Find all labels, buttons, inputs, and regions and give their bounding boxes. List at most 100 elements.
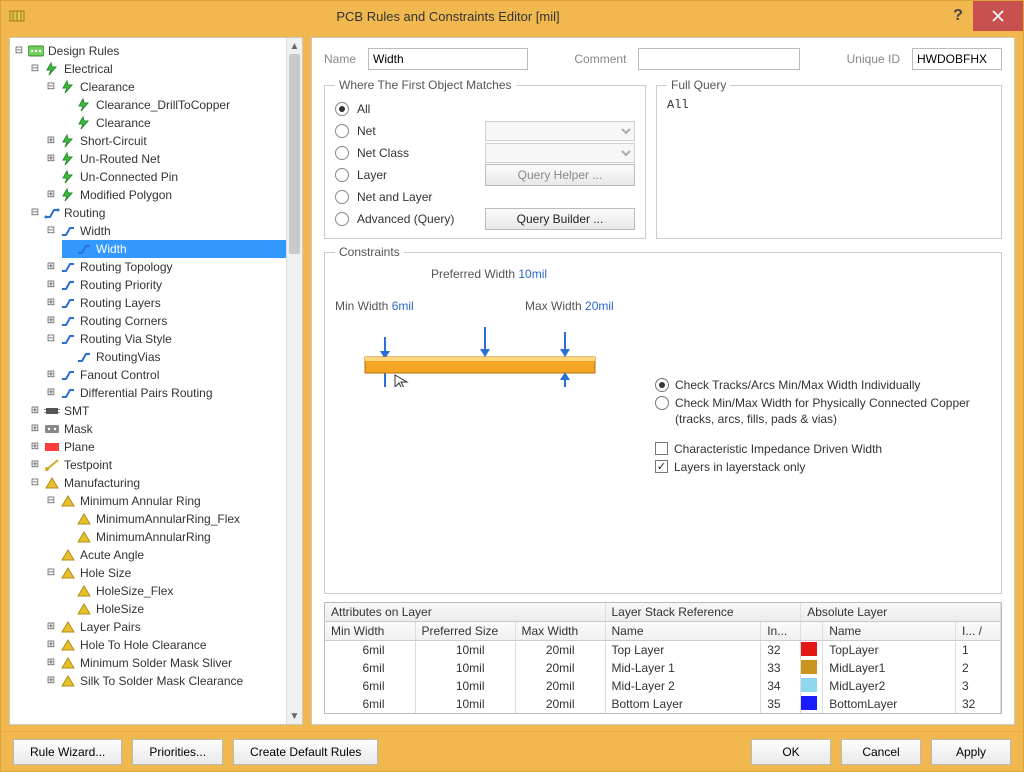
tree-toggle[interactable] — [46, 388, 56, 398]
layer-attributes-table[interactable]: Attributes on Layer Layer Stack Referenc… — [324, 602, 1002, 714]
net-select[interactable] — [485, 121, 635, 141]
unique-id-input[interactable] — [912, 48, 1002, 70]
tree-electrical[interactable]: Electrical — [62, 60, 115, 78]
cell-min[interactable]: 6mil — [325, 641, 415, 660]
mode-connected-radio[interactable] — [655, 396, 669, 410]
scroll-up-icon[interactable]: ▲ — [287, 38, 302, 54]
tree-clearance-group[interactable]: Clearance — [78, 78, 137, 96]
tree-toggle[interactable] — [46, 676, 56, 686]
table-row[interactable]: 6mil10mil20milBottom Layer35BottomLayer3… — [325, 695, 1001, 713]
tree-item-width-selected[interactable]: Width — [62, 240, 286, 258]
tree-toggle[interactable] — [46, 190, 56, 200]
tree-routing-topology[interactable]: Routing Topology — [78, 258, 175, 276]
tree-toggle[interactable] — [46, 262, 56, 272]
tree-toggle[interactable] — [30, 208, 40, 218]
scroll-thumb[interactable] — [289, 54, 300, 254]
create-default-rules-button[interactable]: Create Default Rules — [233, 739, 378, 765]
help-button[interactable]: ? — [943, 1, 973, 31]
layerstack-label[interactable]: Layers in layerstack only — [674, 459, 805, 475]
tree-silk-to-solder[interactable]: Silk To Solder Mask Clearance — [78, 672, 245, 690]
tree-toggle[interactable] — [46, 568, 56, 578]
col-pref[interactable]: Preferred Size — [415, 622, 515, 641]
cell-pref[interactable]: 10mil — [415, 641, 515, 660]
cell-max[interactable]: 20mil — [515, 695, 605, 713]
tree-toggle[interactable] — [46, 280, 56, 290]
tree-toggle[interactable] — [14, 46, 24, 56]
table-row[interactable]: 6mil10mil20milTop Layer32TopLayer1 — [325, 641, 1001, 660]
tree-toggle[interactable] — [46, 136, 56, 146]
tree-routing-priority[interactable]: Routing Priority — [78, 276, 164, 294]
tree-fanout[interactable]: Fanout Control — [78, 366, 161, 384]
tree-unconnected-pin[interactable]: Un-Connected Pin — [78, 168, 180, 186]
tree-hole-group[interactable]: Hole Size — [78, 564, 133, 582]
match-radio-net[interactable] — [335, 124, 349, 138]
tree-toggle[interactable] — [30, 478, 40, 488]
tree-acute[interactable]: Acute Angle — [78, 546, 146, 564]
cell-min[interactable]: 6mil — [325, 677, 415, 695]
cell-pref[interactable]: 10mil — [415, 677, 515, 695]
col-abs-index[interactable]: I... / — [956, 622, 1001, 641]
tree-smt[interactable]: SMT — [62, 402, 91, 420]
tree-toggle[interactable] — [30, 460, 40, 470]
name-input[interactable] — [368, 48, 528, 70]
tree-toggle[interactable] — [46, 658, 56, 668]
tree-toggle[interactable] — [46, 334, 56, 344]
tree-toggle[interactable] — [46, 226, 56, 236]
tree-toggle[interactable] — [46, 298, 56, 308]
col-stack-index[interactable]: In... — [761, 622, 801, 641]
query-builder-button[interactable]: Query Builder ... — [485, 208, 635, 230]
tree-clearance-drill[interactable]: Clearance_DrillToCopper — [94, 96, 232, 114]
mode-individual-radio[interactable] — [655, 378, 669, 392]
scroll-down-icon[interactable]: ▼ — [287, 708, 302, 724]
tree-toggle[interactable] — [30, 64, 40, 74]
table-row[interactable]: 6mil10mil20milMid-Layer 133MidLayer12 — [325, 659, 1001, 677]
preferred-width-value[interactable]: 10mil — [518, 267, 547, 281]
mode-connected-label[interactable]: Check Min/Max Width for Physically Conne… — [675, 395, 991, 427]
cell-max[interactable]: 20mil — [515, 677, 605, 695]
tree-toggle[interactable] — [46, 154, 56, 164]
match-net-label[interactable]: Net — [357, 124, 477, 138]
tree-routing-vias[interactable]: RoutingVias — [94, 348, 163, 366]
match-radio-all[interactable] — [335, 102, 349, 116]
tree-short-circuit[interactable]: Short-Circuit — [78, 132, 149, 150]
tree-toggle[interactable] — [46, 640, 56, 650]
tree-manufacturing[interactable]: Manufacturing — [62, 474, 142, 492]
max-width-value[interactable]: 20mil — [585, 299, 614, 313]
net-class-select[interactable] — [485, 143, 635, 163]
impedance-label[interactable]: Characteristic Impedance Driven Width — [674, 441, 882, 457]
impedance-checkbox[interactable] — [655, 442, 668, 455]
tree-width-group[interactable]: Width — [78, 222, 113, 240]
tree-annular-flex[interactable]: MinimumAnnularRing_Flex — [94, 510, 242, 528]
tree-routing-layers[interactable]: Routing Layers — [78, 294, 163, 312]
tree-toggle[interactable] — [30, 424, 40, 434]
cell-min[interactable]: 6mil — [325, 695, 415, 713]
cell-pref[interactable]: 10mil — [415, 659, 515, 677]
match-net-class-label[interactable]: Net Class — [357, 146, 477, 160]
tree-toggle[interactable] — [46, 82, 56, 92]
layerstack-checkbox[interactable]: ✓ — [655, 460, 668, 473]
tree-hole[interactable]: HoleSize — [94, 600, 146, 618]
comment-input[interactable] — [638, 48, 800, 70]
close-button[interactable] — [973, 1, 1023, 31]
cell-max[interactable]: 20mil — [515, 641, 605, 660]
tree-testpoint[interactable]: Testpoint — [62, 456, 114, 474]
rule-wizard-button[interactable]: Rule Wizard... — [13, 739, 122, 765]
tree-unrouted-net[interactable]: Un-Routed Net — [78, 150, 162, 168]
tree-toggle[interactable] — [46, 622, 56, 632]
tree-hole-flex[interactable]: HoleSize_Flex — [94, 582, 175, 600]
mode-individual-label[interactable]: Check Tracks/Arcs Min/Max Width Individu… — [675, 377, 920, 393]
ok-button[interactable]: OK — [751, 739, 831, 765]
cell-min[interactable]: 6mil — [325, 659, 415, 677]
query-helper-button[interactable]: Query Helper ... — [485, 164, 635, 186]
tree-toggle[interactable] — [46, 316, 56, 326]
tree-toggle[interactable] — [46, 370, 56, 380]
match-radio-net-class[interactable] — [335, 146, 349, 160]
match-layer-label[interactable]: Layer — [357, 168, 477, 182]
tree-toggle[interactable] — [46, 496, 56, 506]
table-row[interactable]: 6mil10mil20milMid-Layer 234MidLayer23 — [325, 677, 1001, 695]
tree-hole-to-hole[interactable]: Hole To Hole Clearance — [78, 636, 209, 654]
tree-plane[interactable]: Plane — [62, 438, 97, 456]
col-abs-name[interactable]: Name — [823, 622, 956, 641]
tree-modified-polygon[interactable]: Modified Polygon — [78, 186, 174, 204]
match-all-label[interactable]: All — [357, 102, 477, 116]
